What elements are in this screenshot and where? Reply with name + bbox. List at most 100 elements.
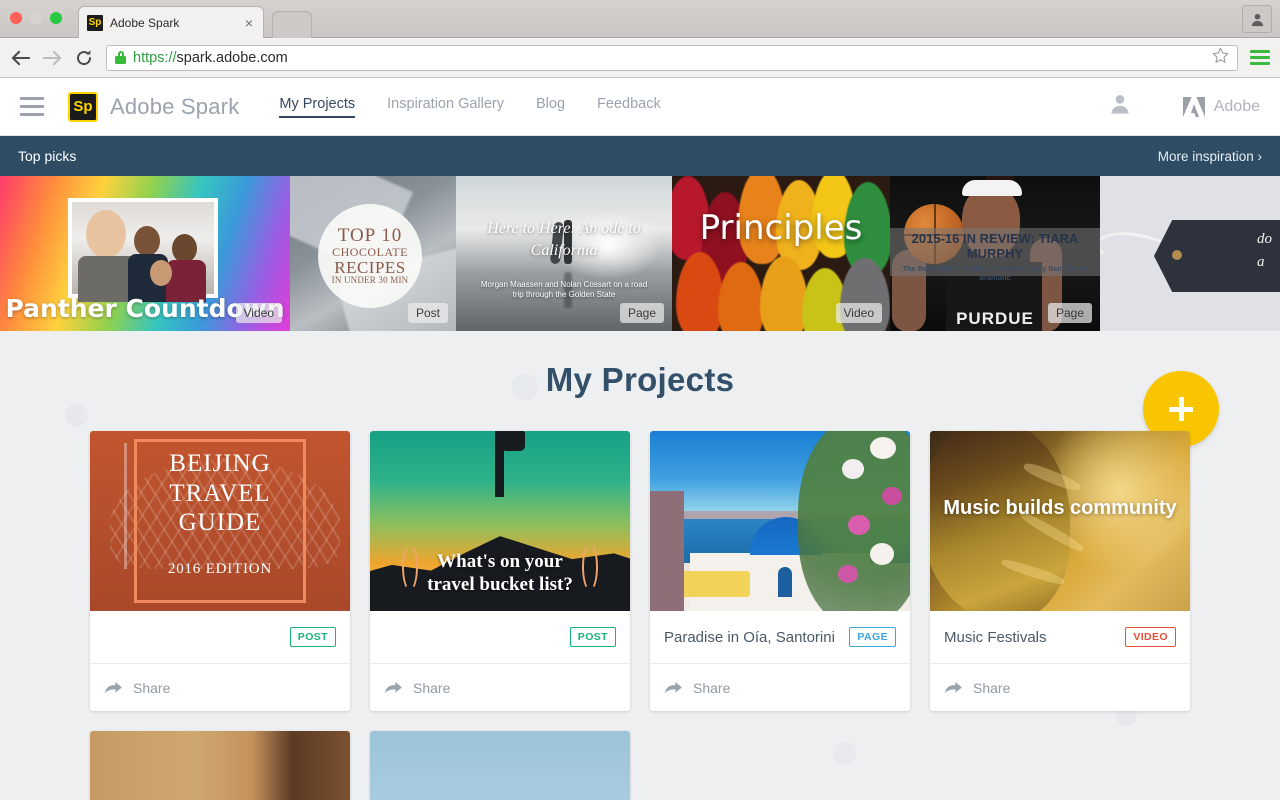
browser-menu-button[interactable] bbox=[1250, 50, 1270, 65]
main-content: My Projects BEIJING TRAVEL GUIDE 2016 ED… bbox=[0, 331, 1280, 800]
spark-logo-icon: Sp bbox=[68, 91, 98, 122]
carousel-item-subtitle: Morgan Maassen and Nolan Cossart on a ro… bbox=[480, 280, 648, 300]
carousel-item-title: 2015-16 IN REVIEW: TIARA MURPHY bbox=[911, 231, 1079, 261]
share-label: Share bbox=[413, 679, 451, 696]
sidebar-toggle-button[interactable] bbox=[20, 97, 44, 116]
url-scheme: https:// bbox=[133, 49, 177, 66]
new-tab-button[interactable] bbox=[272, 11, 312, 38]
project-card-partial[interactable] bbox=[370, 731, 630, 800]
forward-button[interactable] bbox=[42, 48, 62, 68]
browser-titlebar: Sp Adobe Spark × bbox=[0, 0, 1280, 38]
nav-feedback[interactable]: Feedback bbox=[597, 96, 661, 118]
projects-grid: BEIJING TRAVEL GUIDE 2016 EDITION POST S… bbox=[0, 399, 1280, 800]
project-meta: Music Festivals VIDEO bbox=[930, 611, 1190, 663]
brand-name: Adobe Spark bbox=[110, 93, 240, 119]
carousel-item-ode-to-california[interactable]: Here to Here: An ode to California Morga… bbox=[456, 176, 672, 331]
carousel-item-principles[interactable]: Principles Video bbox=[672, 176, 890, 331]
adobe-label: Adobe bbox=[1213, 97, 1260, 115]
back-arrow-icon bbox=[11, 50, 30, 65]
carousel-title-line3: RECIPES bbox=[334, 257, 406, 277]
project-thumbnail[interactable] bbox=[650, 431, 910, 611]
brand-lockup[interactable]: Sp Adobe Spark bbox=[68, 91, 240, 122]
address-bar[interactable]: https://spark.adobe.com bbox=[106, 44, 1238, 71]
window-traffic-lights bbox=[10, 12, 62, 24]
share-button[interactable]: Share bbox=[370, 663, 630, 711]
carousel-item-chocolate-recipes[interactable]: TOP 10 CHOCOLATE RECIPES IN UNDER 30 MIN… bbox=[290, 176, 456, 331]
adobe-lockup[interactable]: Adobe bbox=[1182, 96, 1260, 117]
thumbnail-subtitle: 2016 EDITION bbox=[167, 561, 273, 577]
browser-profile-button[interactable] bbox=[1242, 5, 1272, 33]
close-window-button[interactable] bbox=[10, 12, 22, 24]
primary-navigation: My Projects Inspiration Gallery Blog Fee… bbox=[279, 96, 661, 118]
carousel-item-title: Principles bbox=[699, 208, 863, 248]
project-card[interactable]: Paradise in Oía, Santorini PAGE Share bbox=[650, 431, 910, 711]
project-thumbnail[interactable]: BEIJING TRAVEL GUIDE 2016 EDITION bbox=[90, 431, 350, 611]
project-card[interactable]: Music builds community Music Festivals V… bbox=[930, 431, 1190, 711]
reload-button[interactable] bbox=[74, 48, 94, 68]
share-icon bbox=[105, 681, 122, 694]
page-title: My Projects bbox=[545, 361, 735, 398]
profile-avatar-icon bbox=[1251, 13, 1263, 26]
project-title: Music Festivals bbox=[944, 628, 1047, 646]
project-meta: POST bbox=[370, 611, 630, 663]
project-type-badge: VIDEO bbox=[1125, 627, 1176, 647]
project-thumbnail[interactable] bbox=[370, 731, 630, 800]
carousel-photo bbox=[68, 198, 218, 302]
carousel-item-badge: Video bbox=[235, 303, 282, 323]
back-button[interactable] bbox=[10, 48, 30, 68]
project-type-badge: POST bbox=[289, 627, 336, 647]
padlock-icon bbox=[115, 51, 126, 64]
carousel-title-badge: TOP 10 CHOCOLATE RECIPES IN UNDER 30 MIN bbox=[318, 204, 422, 308]
thumbnail-title: Music builds community bbox=[943, 497, 1177, 519]
project-card[interactable]: BEIJING TRAVEL GUIDE 2016 EDITION POST S… bbox=[90, 431, 350, 711]
adobe-logo-icon bbox=[1182, 96, 1205, 117]
carousel-item-partial[interactable]: do a bbox=[1100, 176, 1280, 331]
project-thumbnail[interactable]: Music builds community bbox=[930, 431, 1190, 611]
share-button[interactable]: Share bbox=[650, 663, 910, 711]
nav-my-projects[interactable]: My Projects bbox=[279, 96, 355, 118]
close-icon[interactable]: × bbox=[243, 16, 255, 30]
more-inspiration-link[interactable]: More inspiration › bbox=[1158, 149, 1262, 164]
carousel-title-line4: IN UNDER 30 MIN bbox=[331, 275, 409, 286]
reload-icon bbox=[77, 49, 92, 65]
user-icon bbox=[1111, 95, 1129, 114]
carousel-item-badge: Page bbox=[619, 303, 664, 323]
share-icon bbox=[945, 681, 962, 694]
account-button[interactable] bbox=[1109, 93, 1131, 120]
share-button[interactable]: Share bbox=[930, 663, 1190, 711]
share-label: Share bbox=[133, 679, 171, 696]
star-icon bbox=[1212, 47, 1229, 63]
hamburger-menu-icon bbox=[1250, 50, 1270, 53]
project-type-badge: PAGE bbox=[849, 627, 896, 647]
carousel-item-panther-countdown[interactable]: Panther Countdown Video bbox=[0, 176, 290, 331]
maximize-window-button[interactable] bbox=[50, 12, 62, 24]
thumbnail-title: BEIJING TRAVEL GUIDE bbox=[169, 450, 271, 536]
carousel-item-tiara-murphy[interactable]: 2015-16 IN REVIEW: TIARA MURPHY The Boil… bbox=[890, 176, 1100, 331]
url-host: spark.adobe.com bbox=[176, 49, 288, 66]
top-picks-bar: Top picks More inspiration › bbox=[0, 136, 1280, 176]
carousel-item-title: do a bbox=[1257, 231, 1272, 270]
top-picks-carousel[interactable]: Panther Countdown Video TOP 10 CHOCOLATE… bbox=[0, 176, 1280, 331]
carousel-item-title: Here to Here: An ode to California bbox=[487, 220, 641, 259]
project-card[interactable]: What's on your travel bucket list? POST … bbox=[370, 431, 630, 711]
nav-blog[interactable]: Blog bbox=[536, 96, 565, 118]
project-thumbnail[interactable]: What's on your travel bucket list? bbox=[370, 431, 630, 611]
project-title: Paradise in Oía, Santorini bbox=[664, 628, 835, 646]
carousel-title-line1: TOP 10 bbox=[337, 225, 403, 247]
app-header: Sp Adobe Spark My Projects Inspiration G… bbox=[0, 78, 1280, 136]
share-button[interactable]: Share bbox=[90, 663, 350, 711]
spark-favicon-icon: Sp bbox=[87, 14, 103, 31]
nav-inspiration-gallery[interactable]: Inspiration Gallery bbox=[387, 96, 504, 118]
bookmark-button[interactable] bbox=[1212, 47, 1229, 69]
thumbnail-title: What's on your travel bucket list? bbox=[427, 550, 573, 596]
minimize-window-button[interactable] bbox=[30, 12, 42, 24]
browser-tab[interactable]: Sp Adobe Spark × bbox=[78, 6, 264, 38]
project-card-partial[interactable] bbox=[90, 731, 350, 800]
project-thumbnail[interactable] bbox=[90, 731, 350, 800]
project-meta: Paradise in Oía, Santorini PAGE bbox=[650, 611, 910, 663]
carousel-item-badge: Post bbox=[407, 303, 448, 323]
hamburger-menu-icon bbox=[20, 97, 44, 100]
url-text: https://spark.adobe.com bbox=[133, 50, 1205, 66]
share-label: Share bbox=[973, 679, 1011, 696]
carousel-item-badge: Page bbox=[1047, 303, 1092, 323]
